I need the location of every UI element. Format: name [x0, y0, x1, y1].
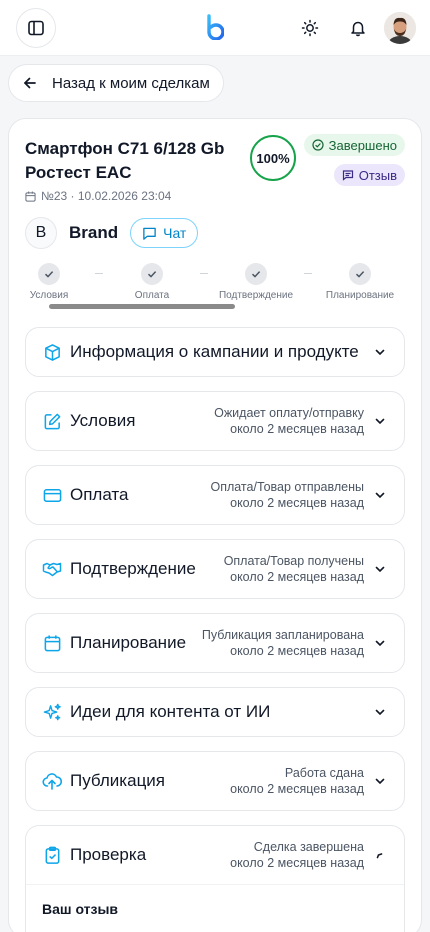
- section-status-time: около 2 месяцев назад: [230, 570, 364, 584]
- step-label: Подтверждение: [218, 290, 294, 301]
- section-status-time: около 2 месяцев назад: [230, 856, 364, 870]
- sidebar-toggle-icon: [28, 20, 44, 35]
- deal-number-date: №23 · 10.02.2026 23:04: [41, 189, 172, 203]
- section-status-text: Оплата/Товар отправлены: [210, 480, 364, 494]
- chevron-down-icon: [372, 344, 388, 360]
- deal-card: Смартфон С71 6/128 Gb Ростест EAC №23 · …: [8, 118, 422, 932]
- chat-button[interactable]: Чат: [130, 218, 199, 248]
- section-status: Оплата/Товар получены около 2 месяцев на…: [224, 553, 364, 585]
- handshake-icon: [42, 559, 62, 579]
- step-payment[interactable]: Оплата: [102, 263, 202, 301]
- section-title: Публикация: [70, 771, 166, 790]
- section-status-text: Публикация запланирована: [201, 628, 364, 642]
- section-ai-ideas[interactable]: Идеи для контента от ИИ: [25, 687, 405, 737]
- cloud-upload-icon: [42, 771, 62, 791]
- sidebar-toggle-button[interactable]: [16, 7, 56, 48]
- section-status: Ожидает оплату/отправку около 2 месяцев …: [214, 405, 364, 437]
- section-title: Оплата: [70, 485, 129, 504]
- back-button-label: Назад к моим сделкам: [52, 74, 210, 92]
- check-icon: [141, 263, 163, 285]
- chevron-down-icon: [372, 773, 388, 789]
- section-planning[interactable]: Планирование Публикация запланирована ок…: [25, 613, 405, 673]
- chevron-up-icon: [372, 847, 388, 863]
- step-planning[interactable]: Планирование: [310, 263, 410, 301]
- arrow-left-icon: [24, 77, 36, 89]
- section-status: Сделка завершена около 2 месяцев назад: [230, 839, 364, 871]
- user-avatar[interactable]: [384, 11, 416, 44]
- section-status-text: Работа сдана: [284, 766, 364, 780]
- credit-card-icon: [42, 485, 62, 505]
- section-status-text: Сделка завершена: [253, 840, 364, 854]
- section-title: Планирование: [70, 633, 187, 652]
- review-badge-label: Отзыв: [358, 167, 397, 183]
- step-label: Оплата: [134, 290, 170, 301]
- check-circle-icon: [312, 139, 324, 151]
- brand-name[interactable]: Brand: [69, 223, 118, 243]
- progress-circle: 100%: [250, 135, 296, 181]
- brand-avatar: B: [25, 217, 57, 249]
- section-status-text: Оплата/Товар получены: [223, 554, 364, 568]
- section-status: Публикация запланирована около 2 месяцев…: [202, 627, 364, 659]
- top-bar: [0, 0, 430, 56]
- section-status-time: около 2 месяцев назад: [230, 422, 364, 436]
- clipboard-check-icon: [42, 845, 62, 865]
- section-publication[interactable]: Публикация Работа сдана около 2 месяцев …: [25, 751, 405, 811]
- section-title: Подтверждение: [70, 559, 196, 578]
- section-verification[interactable]: Проверка Сделка завершена около 2 месяце…: [25, 825, 405, 932]
- step-label: Планирование: [325, 290, 395, 301]
- deal-title: Смартфон С71 6/128 Gb Ростест EAC: [25, 139, 225, 182]
- back-to-deals-button[interactable]: Назад к моим сделкам: [8, 64, 224, 102]
- edit-icon: [42, 411, 62, 431]
- review-badge[interactable]: Отзыв: [333, 164, 405, 186]
- deal-stepper[interactable]: Условия Оплата Подтверждение Планировани…: [25, 263, 405, 315]
- section-title: Информация о кампании и продукте: [70, 342, 359, 361]
- chevron-down-icon: [372, 704, 388, 720]
- section-title: Проверка: [70, 845, 147, 864]
- sun-icon: [301, 19, 319, 36]
- section-title: Условия: [70, 411, 136, 430]
- section-confirmation[interactable]: Подтверждение Оплата/Товар получены окол…: [25, 539, 405, 599]
- chat-icon: [143, 227, 156, 240]
- section-status: Работа сдана около 2 месяцев назад: [230, 765, 364, 797]
- calendar-small-icon: [25, 190, 36, 202]
- section-status-text: Ожидает оплату/отправку: [214, 406, 364, 420]
- deal-meta: №23 · 10.02.2026 23:04: [25, 189, 235, 203]
- chevron-down-icon: [372, 413, 388, 429]
- box-icon: [42, 342, 62, 362]
- message-square-icon: [342, 170, 353, 181]
- section-status-time: около 2 месяцев назад: [230, 782, 364, 796]
- section-status: Оплата/Товар отправлены около 2 месяцев …: [210, 479, 364, 511]
- chevron-down-icon: [372, 561, 388, 577]
- sparkles-icon: [42, 702, 62, 722]
- step-confirmation[interactable]: Подтверждение: [206, 263, 306, 301]
- section-title: Идеи для контента от ИИ: [70, 702, 271, 721]
- section-status-time: около 2 месяцев назад: [230, 644, 364, 658]
- check-icon: [349, 263, 371, 285]
- status-badge: Завершено: [303, 134, 405, 156]
- calendar-icon: [42, 633, 62, 653]
- step-terms[interactable]: Условия: [9, 263, 99, 301]
- chevron-down-icon: [372, 635, 388, 651]
- chat-button-label: Чат: [163, 225, 187, 241]
- section-campaign-info[interactable]: Информация о кампании и продукте: [25, 327, 405, 377]
- notifications-button[interactable]: [334, 8, 382, 48]
- step-label: Условия: [29, 290, 69, 301]
- section-payment[interactable]: Оплата Оплата/Товар отправлены около 2 м…: [25, 465, 405, 525]
- theme-toggle-button[interactable]: [286, 8, 334, 48]
- your-review-heading: Ваш отзыв: [42, 901, 119, 917]
- check-icon: [245, 263, 267, 285]
- logo-icon[interactable]: [206, 14, 225, 45]
- chevron-down-icon: [372, 487, 388, 503]
- status-badge-label: Завершено: [328, 137, 397, 153]
- section-terms[interactable]: Условия Ожидает оплату/отправку около 2 …: [25, 391, 405, 451]
- section-status-time: около 2 месяцев назад: [230, 496, 364, 510]
- bell-icon: [351, 21, 365, 36]
- horizontal-scrollbar[interactable]: [49, 304, 235, 309]
- check-icon: [38, 263, 60, 285]
